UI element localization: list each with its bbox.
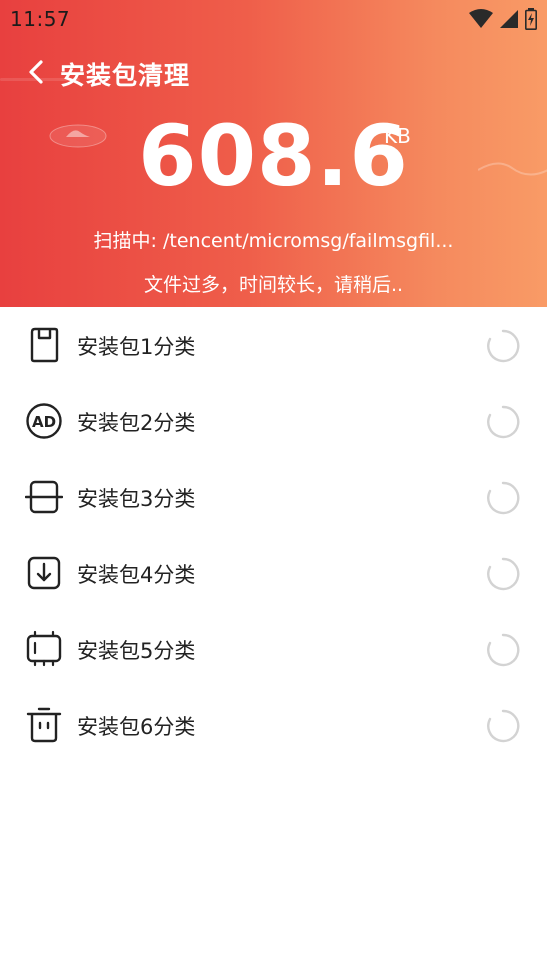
loading-spinner-icon — [487, 329, 520, 363]
ad-icon: AD — [26, 403, 62, 439]
svg-text:AD: AD — [32, 413, 56, 431]
trash-icon — [26, 707, 62, 743]
list-item[interactable]: AD 安装包2分类 — [0, 383, 547, 459]
chip-icon — [26, 630, 62, 667]
page-title: 安装包清理 — [60, 61, 191, 90]
category-label: 安装包5分类 — [77, 639, 196, 663]
scan-status: 扫描中: /tencent/micromsg/failmsgfil... — [0, 226, 547, 253]
scan-prefix: 扫描中: — [93, 230, 157, 252]
loading-spinner-icon — [487, 481, 520, 515]
loading-spinner-icon — [487, 557, 520, 591]
crop-frame-icon — [25, 480, 63, 514]
loading-spinner-icon — [487, 633, 520, 667]
list-item[interactable]: 安装包6分类 — [0, 687, 547, 763]
list-item[interactable]: 安装包4分类 — [0, 535, 547, 611]
wait-message: 文件过多，时间较长，请稍后.. — [143, 274, 404, 296]
category-label: 安装包4分类 — [77, 563, 196, 587]
scanned-size: 608.6 KB — [0, 106, 547, 206]
status-time: 11:57 — [10, 7, 71, 31]
title-bar: 安装包清理 — [0, 52, 547, 92]
wifi-icon — [469, 9, 493, 28]
status-icons — [469, 8, 537, 30]
category-list: 安装包1分类 AD 安装包2分类 安装包3分类 安装包4分类 安装包5分类 安装… — [0, 307, 547, 763]
category-label: 安装包6分类 — [77, 715, 196, 739]
download-box-icon — [27, 556, 61, 590]
category-label: 安装包3分类 — [77, 487, 196, 511]
category-label: 安装包2分类 — [77, 411, 196, 435]
scan-path: /tencent/micromsg/failmsgfil... — [162, 230, 454, 252]
status-bar: 11:57 — [0, 0, 547, 36]
header-banner: 11:57 安装包清理 608.6 KB 扫描中: /tencent/micro… — [0, 0, 547, 307]
size-unit: KB — [384, 124, 411, 148]
loading-spinner-icon — [487, 405, 520, 439]
list-item[interactable]: 安装包5分类 — [0, 611, 547, 687]
signal-icon — [500, 10, 518, 28]
sd-card-icon — [30, 327, 59, 363]
back-arrow-icon[interactable] — [24, 56, 52, 88]
category-label: 安装包1分类 — [77, 335, 196, 359]
size-value: 608.6 — [138, 107, 409, 205]
loading-spinner-icon — [487, 709, 520, 743]
list-item[interactable]: 安装包3分类 — [0, 459, 547, 535]
battery-charging-icon — [525, 8, 537, 30]
list-item[interactable]: 安装包1分类 — [0, 307, 547, 383]
